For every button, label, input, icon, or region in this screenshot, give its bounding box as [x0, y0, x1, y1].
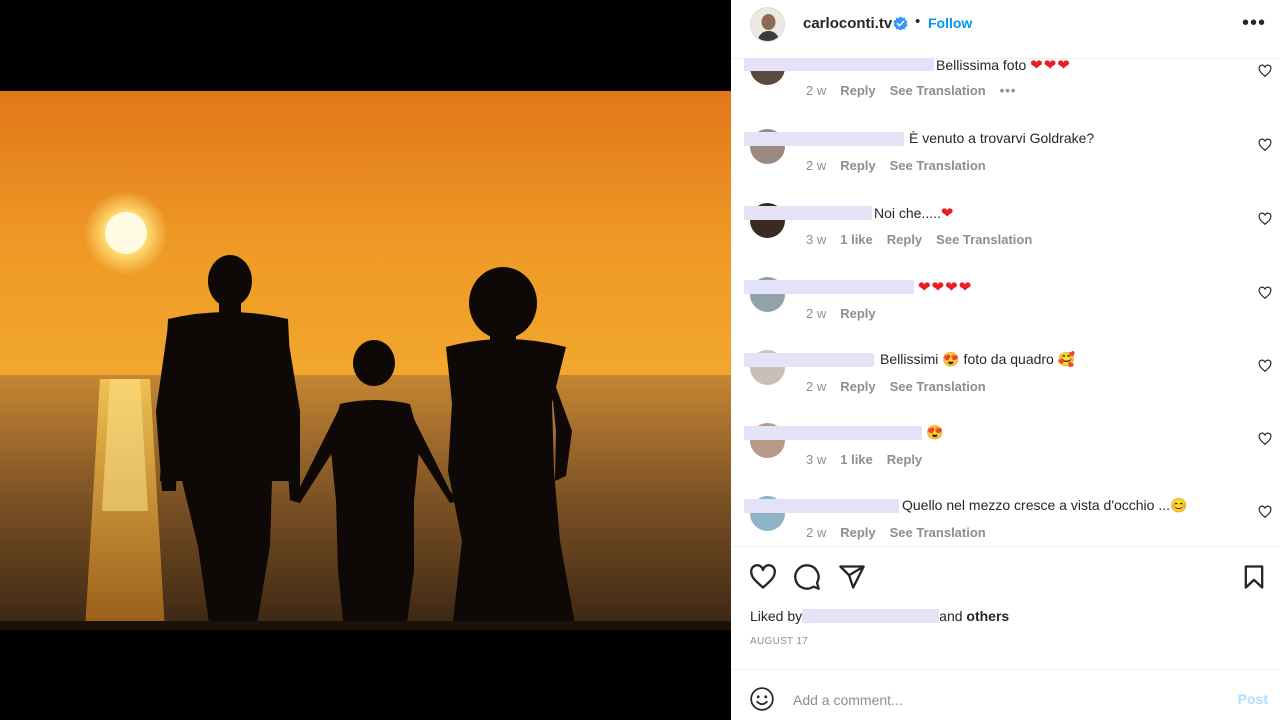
comment-likes-count[interactable]: 1 like — [840, 452, 873, 467]
comment-time: 3 w — [806, 452, 827, 467]
comment-meta: 3 w 1 like Reply See Translation — [806, 232, 1032, 247]
comment-meta: 2 w Reply See Translation — [806, 158, 986, 173]
see-translation-button[interactable]: See Translation — [890, 158, 986, 173]
comment-like-heart-icon[interactable] — [1258, 64, 1272, 78]
redacted-username — [744, 499, 899, 513]
post-header: carloconti.tv • Follow ••• — [731, 0, 1280, 48]
add-comment-input[interactable] — [793, 689, 1213, 711]
reply-button[interactable]: Reply — [887, 232, 922, 247]
comment-like-heart-icon[interactable] — [1258, 286, 1272, 300]
reply-button[interactable]: Reply — [840, 83, 875, 98]
verified-icon — [893, 16, 908, 31]
actions-divider — [731, 546, 1280, 547]
liked-by-and: and — [939, 608, 963, 624]
author-username[interactable]: carloconti.tv — [803, 15, 892, 32]
post-comment-button[interactable]: Post — [1238, 691, 1268, 707]
post-date: AUGUST 17 — [750, 636, 809, 647]
comment-item: Bellissimi 😍 foto da quadro 🥰 2 w Reply … — [731, 350, 1280, 410]
addbar-divider — [731, 669, 1280, 670]
redacted-username — [744, 206, 872, 220]
comment-text: È venuto a trovarvi Goldrake? — [909, 130, 1095, 146]
comment-time: 2 w — [806, 379, 827, 394]
post-actions — [731, 560, 1280, 594]
comment-more-button[interactable]: ••• — [1000, 83, 1017, 98]
redacted-username — [744, 132, 904, 146]
follow-button[interactable]: Follow — [928, 15, 972, 31]
comment-item: 😍 3 w 1 like Reply — [731, 423, 1280, 483]
comment-time: 3 w — [806, 232, 827, 247]
redacted-username — [744, 426, 922, 440]
post-photo — [0, 91, 731, 630]
redacted-username — [744, 353, 874, 367]
comment-item: Quello nel mezzo cresce a vista d'occhio… — [731, 496, 1280, 546]
liked-by-summary[interactable]: Liked by and others — [750, 608, 1009, 624]
see-translation-button[interactable]: See Translation — [936, 232, 1032, 247]
see-translation-button[interactable]: See Translation — [890, 83, 986, 98]
heart-icon[interactable] — [749, 563, 777, 591]
reply-button[interactable]: Reply — [840, 525, 875, 540]
comment-item: È venuto a trovarvi Goldrake? 2 w Reply … — [731, 129, 1280, 189]
bookmark-icon[interactable] — [1240, 563, 1268, 591]
see-translation-button[interactable]: See Translation — [890, 379, 986, 394]
liked-by-label: Liked by — [750, 608, 803, 624]
reply-button[interactable]: Reply — [840, 306, 875, 321]
emoji-icon[interactable] — [749, 686, 775, 712]
redacted-username — [744, 58, 934, 71]
comment-text: Noi che.....❤ — [874, 205, 955, 222]
comment-item: Noi che.....❤ 3 w 1 like Reply See Trans… — [731, 203, 1280, 263]
comment-text: 😍 — [926, 424, 944, 440]
see-translation-button[interactable]: See Translation — [890, 525, 986, 540]
reply-button[interactable]: Reply — [840, 158, 875, 173]
comment-meta: 2 w Reply — [806, 306, 876, 321]
comment-like-heart-icon[interactable] — [1258, 505, 1272, 519]
comment-like-heart-icon[interactable] — [1258, 359, 1272, 373]
comment-time: 2 w — [806, 158, 827, 173]
comment-item: ❤❤❤❤ 2 w Reply — [731, 277, 1280, 337]
comment-like-heart-icon[interactable] — [1258, 138, 1272, 152]
comment-time: 2 w — [806, 525, 827, 540]
comment-meta: 3 w 1 like Reply — [806, 452, 922, 467]
liked-by-others[interactable]: others — [966, 608, 1009, 624]
comment-meta: 2 w Reply See Translation ••• — [806, 83, 1016, 98]
comment-text: ❤❤❤❤ — [918, 279, 973, 296]
more-options-button[interactable]: ••• — [1242, 12, 1266, 35]
comment-meta: 2 w Reply See Translation — [806, 379, 986, 394]
separator-dot: • — [915, 13, 921, 30]
author-avatar[interactable] — [750, 7, 785, 42]
share-icon[interactable] — [838, 563, 866, 591]
comment-text: Quello nel mezzo cresce a vista d'occhio… — [902, 497, 1188, 513]
post-side-panel: carloconti.tv • Follow ••• Bellissima fo… — [731, 0, 1280, 720]
comment-likes-count[interactable]: 1 like — [840, 232, 873, 247]
comments-list[interactable]: Bellissima foto ❤❤❤ 2 w Reply See Transl… — [731, 58, 1280, 546]
reply-button[interactable]: Reply — [887, 452, 922, 467]
comment-time: 2 w — [806, 306, 827, 321]
comment-icon[interactable] — [793, 563, 821, 591]
post-media — [0, 0, 731, 720]
reply-button[interactable]: Reply — [840, 379, 875, 394]
add-comment-bar: Post — [731, 676, 1280, 720]
comment-text: Bellissima foto ❤❤❤ — [936, 58, 1071, 74]
comment-meta: 2 w Reply See Translation — [806, 525, 986, 540]
comment-item: Bellissima foto ❤❤❤ 2 w Reply See Transl… — [731, 58, 1280, 115]
comment-like-heart-icon[interactable] — [1258, 212, 1272, 226]
redacted-username — [744, 280, 914, 294]
comment-like-heart-icon[interactable] — [1258, 432, 1272, 446]
redacted-liker — [802, 609, 940, 623]
comment-time: 2 w — [806, 83, 827, 98]
comment-text: Bellissimi 😍 foto da quadro 🥰 — [880, 351, 1076, 367]
